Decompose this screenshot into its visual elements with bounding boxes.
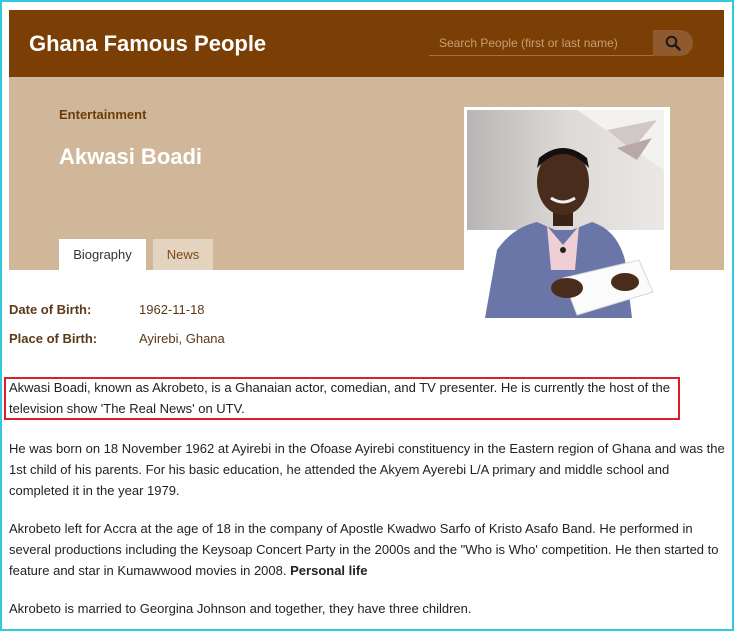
bio-paragraph: Akrobeto left for Accra at the age of 18… [9, 518, 725, 581]
fact-label: Date of Birth: [9, 302, 92, 317]
category-label: Entertainment [59, 107, 147, 122]
search-input[interactable] [429, 30, 653, 56]
site-title[interactable]: Ghana Famous People [29, 31, 266, 57]
bio-paragraph: Akrobeto is married to Georgina Johnson … [9, 601, 472, 616]
fact-value: 1962-11-18 [139, 302, 205, 317]
highlight-box [4, 377, 680, 420]
tab-biography[interactable]: Biography [59, 239, 146, 270]
person-name: Akwasi Boadi [59, 144, 203, 169]
fact-value: Ayirebi, Ghana [139, 331, 225, 346]
profile-photo [464, 107, 670, 322]
site-header: Ghana Famous People [9, 10, 724, 77]
tab-news[interactable]: News [153, 239, 213, 270]
fact-label: Place of Birth: [9, 331, 98, 346]
section-heading-personal-life: Personal life [290, 563, 368, 578]
bio-paragraph: He was born on 18 November 1962 at Ayire… [9, 441, 725, 498]
search-icon [665, 35, 681, 51]
search-button[interactable] [653, 30, 693, 56]
